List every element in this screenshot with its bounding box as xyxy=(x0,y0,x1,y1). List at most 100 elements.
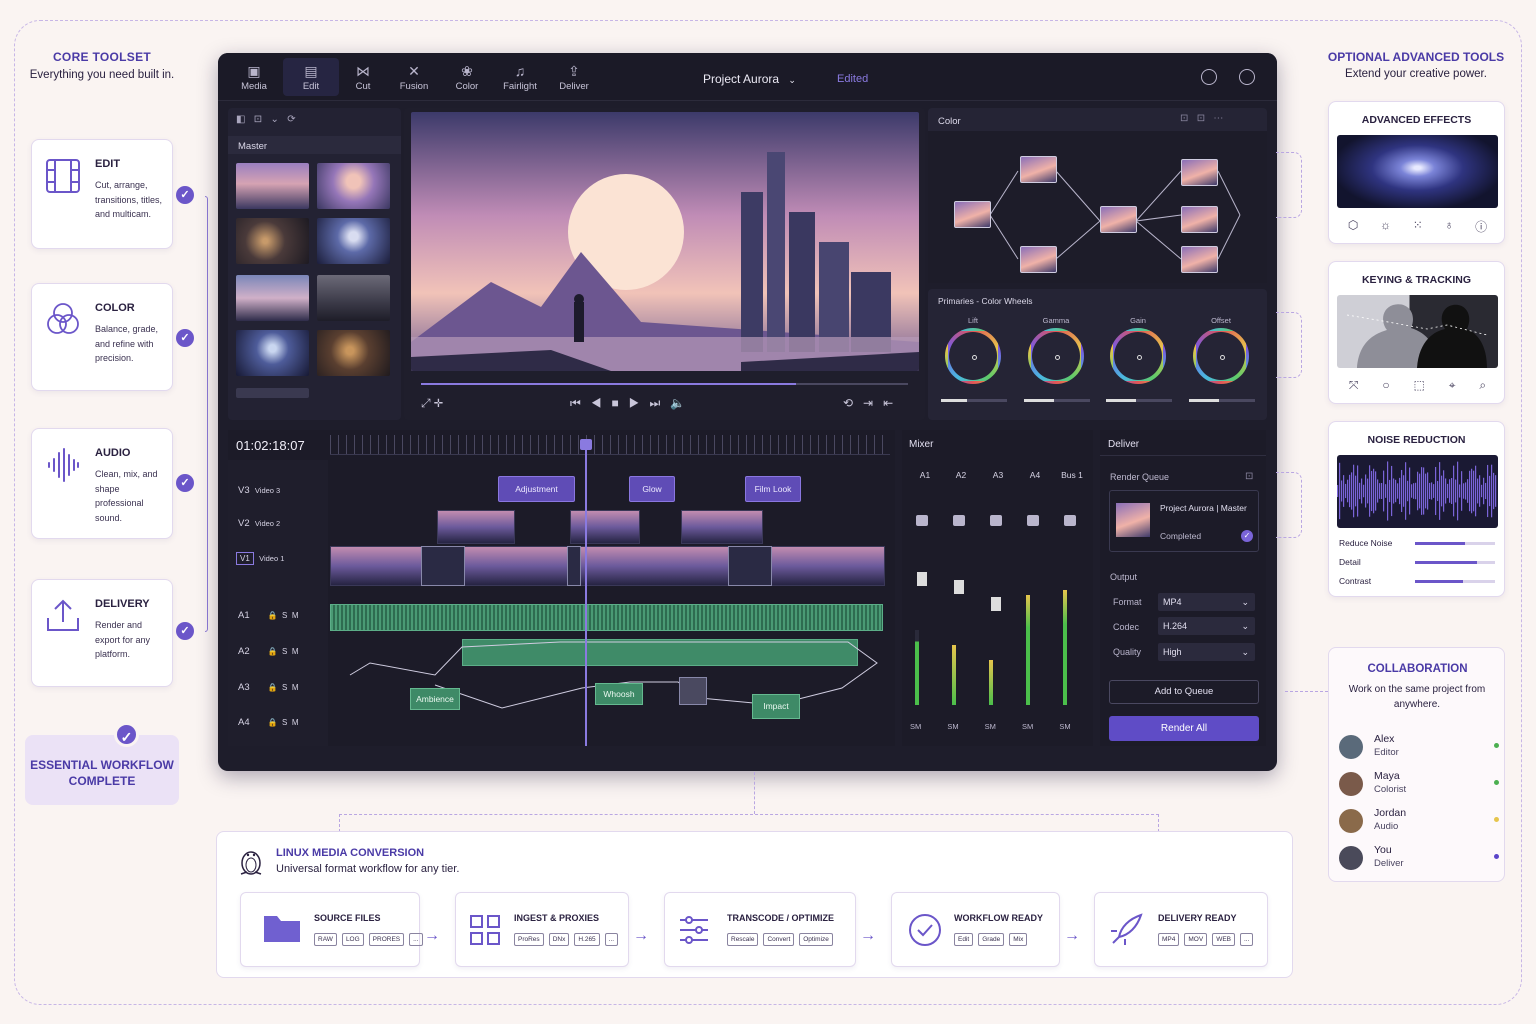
media-thumb[interactable] xyxy=(236,163,309,209)
color-node[interactable] xyxy=(1181,159,1218,186)
media-thumb[interactable] xyxy=(317,163,390,209)
step-ingest-proxies[interactable]: INGEST & PROXIES ProRes DNx H.265... xyxy=(455,892,629,967)
page-edit[interactable]: ▤ Edit xyxy=(283,58,339,96)
codec-select[interactable]: H.264 ⌄ xyxy=(1158,617,1255,635)
transition[interactable] xyxy=(567,546,581,586)
fx-clip-adjustment[interactable]: Adjustment xyxy=(498,476,575,502)
media-thumb[interactable] xyxy=(236,388,309,398)
delivery-card[interactable]: DELIVERY Render and export for any platf… xyxy=(31,579,173,687)
render-job[interactable]: Project Aurora | Master Completed ✓ xyxy=(1109,490,1259,552)
track-a4[interactable]: A4 🔒 S M xyxy=(238,717,338,728)
offset-wheel[interactable] xyxy=(1193,328,1249,384)
drop-icon[interactable]: ♁ xyxy=(1444,218,1453,235)
fader-knob[interactable] xyxy=(917,572,927,586)
v2-clip[interactable] xyxy=(570,510,640,544)
gamma-slider[interactable] xyxy=(1024,399,1090,402)
noise-reduction-card[interactable]: NOISE REDUCTION Reduce Noise Detail Cont… xyxy=(1328,421,1505,597)
collaborator-jordan[interactable]: Jordan Audio xyxy=(1339,807,1499,837)
audio-clip-whoosh[interactable]: Whoosh xyxy=(595,683,643,705)
cube-icon[interactable]: ⬡ xyxy=(1348,218,1358,235)
transition[interactable] xyxy=(421,546,465,586)
step-workflow-ready[interactable]: WORKFLOW READY Edit Grade Mix xyxy=(891,892,1060,967)
media-thumb[interactable] xyxy=(317,275,390,321)
track-v2[interactable]: V2 Video 2 xyxy=(238,518,338,529)
media-thumb[interactable] xyxy=(236,275,309,321)
v1-clip[interactable] xyxy=(330,546,885,586)
panel-options-icon[interactable]: ⊡ ⊡ ⋯ xyxy=(1180,113,1223,124)
search-icon[interactable]: ⌕ xyxy=(1479,378,1486,393)
mixer-button[interactable] xyxy=(916,515,928,526)
page-fusion[interactable]: ✕ Fusion xyxy=(386,63,442,92)
gain-wheel[interactable] xyxy=(1110,328,1166,384)
v2-clip[interactable] xyxy=(681,510,763,544)
step-delivery-ready[interactable]: DELIVERY READY MP4 MOV WEB... xyxy=(1094,892,1268,967)
expand-icon[interactable]: ⤧ xyxy=(1349,378,1359,393)
step-source-files[interactable]: SOURCE FILES RAW LOG PRORES... xyxy=(240,892,423,967)
color-node[interactable] xyxy=(1181,206,1218,233)
fx-clip-glow[interactable]: Glow xyxy=(629,476,675,502)
color-node[interactable] xyxy=(1100,206,1137,233)
lift-wheel[interactable] xyxy=(945,328,1001,384)
color-node[interactable] xyxy=(1181,246,1218,273)
track-v3[interactable]: V3 Video 3 xyxy=(238,485,338,496)
quality-select[interactable]: High ⌄ xyxy=(1158,643,1255,661)
gear-icon[interactable] xyxy=(1239,69,1255,85)
color-node[interactable] xyxy=(1020,156,1057,183)
transition[interactable] xyxy=(728,546,772,586)
viewer-scrubber[interactable] xyxy=(421,383,908,385)
keying-tracking-card[interactable]: KEYING & TRACKING ⤧ ○ ⬚ ⌖ ⌕ xyxy=(1328,261,1505,404)
page-fairlight[interactable]: ♫ Fairlight xyxy=(492,63,548,92)
color-card[interactable]: COLOR Balance, grade, and refine with pr… xyxy=(31,283,173,391)
info-icon[interactable]: ⓘ xyxy=(1475,218,1487,235)
collaborator-you[interactable]: You Deliver xyxy=(1339,844,1499,874)
audio-clip-ambience[interactable]: Ambience xyxy=(410,688,460,710)
collaborator-maya[interactable]: Maya Colorist xyxy=(1339,770,1499,800)
track-v1[interactable]: V1 Video 1 xyxy=(236,552,336,565)
page-deliver[interactable]: ⇪ Deliver xyxy=(546,63,602,92)
fx-clip-film-look[interactable]: Film Look xyxy=(745,476,801,502)
media-thumb[interactable] xyxy=(236,330,309,376)
audio-card[interactable]: AUDIO Clean, mix, and shape professional… xyxy=(31,428,173,539)
sun-icon[interactable]: ☼ xyxy=(1380,218,1391,235)
format-select[interactable]: MP4 ⌄ xyxy=(1158,593,1255,611)
page-color[interactable]: ❀ Color xyxy=(439,63,495,92)
playhead[interactable] xyxy=(585,440,587,746)
render-all-button[interactable]: Render All xyxy=(1109,716,1259,741)
edit-card[interactable]: EDIT Cut, arrange, transitions, titles, … xyxy=(31,139,173,249)
audio-clip[interactable] xyxy=(679,677,707,705)
media-thumb[interactable] xyxy=(317,330,390,376)
collaborator-alex[interactable]: Alex Editor xyxy=(1339,733,1499,763)
lift-slider[interactable] xyxy=(941,399,1007,402)
mixer-button[interactable] xyxy=(1064,515,1076,526)
media-thumb[interactable] xyxy=(236,218,309,264)
queue-options-icon[interactable]: ⊡ xyxy=(1245,471,1253,482)
fader-knob[interactable] xyxy=(954,580,964,594)
mixer-button[interactable] xyxy=(1027,515,1039,526)
mixer-solo-mute[interactable]: SM SM SM SM SM xyxy=(910,722,1090,731)
a1-clip[interactable] xyxy=(330,604,883,631)
track-a1[interactable]: A1 🔒 S M xyxy=(238,610,338,621)
workspace-icon[interactable] xyxy=(1201,69,1217,85)
selection-icon[interactable]: ⬚ xyxy=(1414,378,1425,393)
circle-icon[interactable]: ○ xyxy=(1382,378,1389,393)
page-media[interactable]: ▣ Media xyxy=(226,63,282,92)
track-icon[interactable]: ⌖ xyxy=(1449,378,1456,393)
grid-icon[interactable]: ⁙ xyxy=(1413,218,1423,235)
mixer-button[interactable] xyxy=(953,515,965,526)
reduce-noise-slider[interactable] xyxy=(1415,542,1495,545)
color-node[interactable] xyxy=(954,201,991,228)
fader-knob[interactable] xyxy=(991,597,1001,611)
gain-slider[interactable] xyxy=(1106,399,1172,402)
transform-icon[interactable]: ⤢ ✛ xyxy=(421,396,443,411)
audio-clip-impact[interactable]: Impact xyxy=(752,694,800,719)
detail-slider[interactable] xyxy=(1415,561,1495,564)
gamma-wheel[interactable] xyxy=(1028,328,1084,384)
track-a2[interactable]: A2 🔒 S M xyxy=(238,646,338,657)
mixer-button[interactable] xyxy=(990,515,1002,526)
v2-clip[interactable] xyxy=(437,510,515,544)
transport-controls[interactable]: ⏮ ◀ ■ ▶ ⏭ 🔈 xyxy=(570,396,685,411)
time-ruler[interactable] xyxy=(330,435,890,455)
track-a3[interactable]: A3 🔒 S M xyxy=(238,682,338,693)
step-transcode-optimize[interactable]: TRANSCODE / OPTIMIZE Rescale Convert Optim… xyxy=(664,892,856,967)
project-title[interactable]: Project Aurora ⌄ xyxy=(703,72,796,86)
